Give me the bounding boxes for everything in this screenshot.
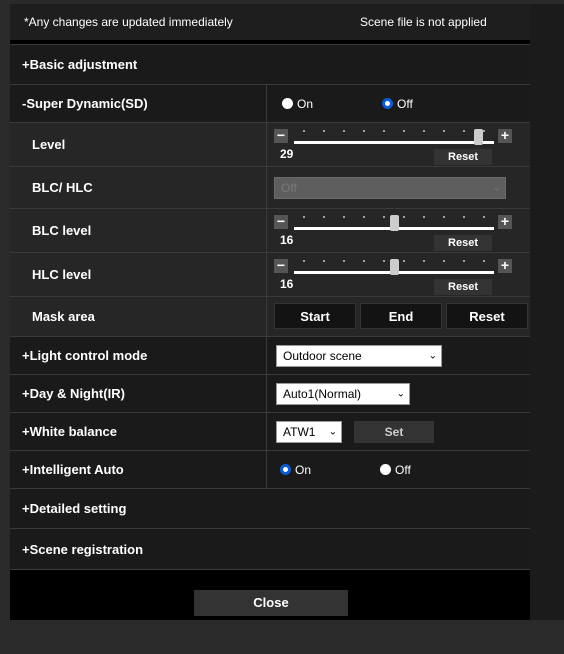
close-button[interactable]: Close [194, 590, 348, 616]
blc-level-slider: − + 16 Reset [274, 209, 514, 252]
chevron-down-icon: ⌄ [492, 182, 501, 194]
section-label: +Detailed setting [22, 501, 127, 516]
mask-area-row: Mask area Start End Reset [10, 296, 530, 336]
blc-level-row: BLC level − + 16 Reset [10, 208, 530, 252]
light-control-select[interactable]: Outdoor scene ⌄ [276, 345, 442, 367]
hlc-level-value: 16 [280, 277, 294, 291]
slider-thumb[interactable] [390, 215, 399, 231]
column-divider [266, 253, 267, 296]
column-divider [266, 209, 267, 252]
section-label: +Basic adjustment [22, 57, 138, 72]
section-intelligent-auto[interactable]: +Intelligent Auto On Off [10, 450, 530, 488]
slider-ticks [294, 128, 494, 134]
section-label: +Day & Night(IR) [22, 386, 125, 401]
chevron-down-icon: ⌄ [396, 388, 405, 400]
level-minus-button[interactable]: − [274, 128, 288, 143]
blc-hlc-select[interactable]: Off ⌄ [274, 177, 506, 199]
hlc-minus-button[interactable]: − [274, 258, 288, 273]
select-value: Outdoor scene [283, 349, 362, 363]
section-label: +Intelligent Auto [22, 462, 124, 477]
radio-dot-checked-icon [280, 464, 291, 475]
section-label: +Scene registration [22, 541, 144, 557]
hlc-level-label: HLC level [32, 267, 92, 282]
section-white-balance[interactable]: +White balance ATW1 ⌄ Set [10, 412, 530, 450]
section-label: +White balance [22, 424, 117, 439]
section-super-dynamic[interactable]: -Super Dynamic(SD) On Off [10, 84, 530, 122]
section-scene-registration[interactable]: +Scene registration [10, 528, 530, 570]
level-plus-button[interactable]: + [498, 128, 512, 143]
mask-reset-button[interactable]: Reset [446, 303, 528, 329]
level-row: Level − + 29 Reset [10, 122, 530, 166]
radio-label: Off [395, 462, 411, 477]
section-label: -Super Dynamic(SD) [22, 96, 148, 111]
column-divider [266, 337, 267, 374]
section-detailed-setting[interactable]: +Detailed setting [10, 488, 530, 528]
radio-label: Off [397, 96, 413, 111]
select-value: Auto1(Normal) [283, 387, 362, 401]
white-balance-select[interactable]: ATW1 ⌄ [276, 421, 342, 443]
sd-on-radio[interactable]: On [282, 97, 313, 111]
column-divider [266, 297, 267, 336]
column-divider [266, 413, 267, 450]
ia-off-radio[interactable]: Off [380, 463, 411, 477]
section-light-control[interactable]: +Light control mode Outdoor scene ⌄ [10, 336, 530, 374]
select-value: Off [281, 181, 297, 195]
blc-plus-button[interactable]: + [498, 214, 512, 229]
blc-level-value: 16 [280, 233, 294, 247]
blc-minus-button[interactable]: − [274, 214, 288, 229]
close-bar: Close [10, 586, 530, 620]
column-divider [266, 375, 267, 412]
slider-thumb[interactable] [390, 259, 399, 275]
section-label: +Light control mode [22, 348, 148, 363]
level-reset-button[interactable]: Reset [434, 149, 492, 165]
changes-notice: *Any changes are updated immediately [24, 15, 233, 29]
blc-hlc-row: BLC/ HLC Off ⌄ [10, 166, 530, 208]
mask-start-button[interactable]: Start [274, 303, 356, 329]
level-label: Level [32, 137, 66, 152]
column-divider [266, 451, 267, 488]
select-value: ATW1 [283, 425, 316, 439]
level-value: 29 [280, 147, 294, 161]
radio-label: On [295, 462, 312, 477]
sd-off-radio[interactable]: Off [382, 97, 413, 111]
section-basic-adjustment[interactable]: +Basic adjustment [10, 44, 530, 84]
radio-label: On [297, 96, 314, 111]
blc-level-label: BLC level [32, 223, 92, 238]
day-night-select[interactable]: Auto1(Normal) ⌄ [276, 383, 410, 405]
hlc-reset-button[interactable]: Reset [434, 279, 492, 295]
chevron-down-icon: ⌄ [428, 350, 437, 362]
ia-on-radio[interactable]: On [280, 463, 311, 477]
hlc-plus-button[interactable]: + [498, 258, 512, 273]
slider-track[interactable] [294, 141, 494, 144]
white-balance-set-button[interactable]: Set [354, 421, 434, 443]
slider-thumb[interactable] [474, 129, 483, 145]
mask-area-label: Mask area [32, 309, 95, 324]
column-divider [266, 123, 267, 166]
hlc-level-slider: − + 16 Reset [274, 253, 514, 296]
hlc-level-row: HLC level − + 16 Reset [10, 252, 530, 296]
radio-dot-icon [282, 98, 293, 109]
level-slider: − + 29 Reset [274, 123, 514, 166]
section-day-night[interactable]: +Day & Night(IR) Auto1(Normal) ⌄ [10, 374, 530, 412]
bottom-area [10, 620, 564, 654]
blc-hlc-label: BLC/ HLC [32, 180, 93, 195]
blc-reset-button[interactable]: Reset [434, 235, 492, 251]
radio-dot-icon [380, 464, 391, 475]
header-row: *Any changes are updated immediately Sce… [10, 4, 530, 40]
chevron-down-icon: ⌄ [328, 426, 337, 438]
radio-dot-checked-icon [382, 98, 393, 109]
mask-end-button[interactable]: End [360, 303, 442, 329]
scroll-area [530, 4, 564, 620]
scene-status: Scene file is not applied [360, 15, 487, 29]
column-divider [266, 167, 267, 208]
column-divider [266, 85, 267, 122]
